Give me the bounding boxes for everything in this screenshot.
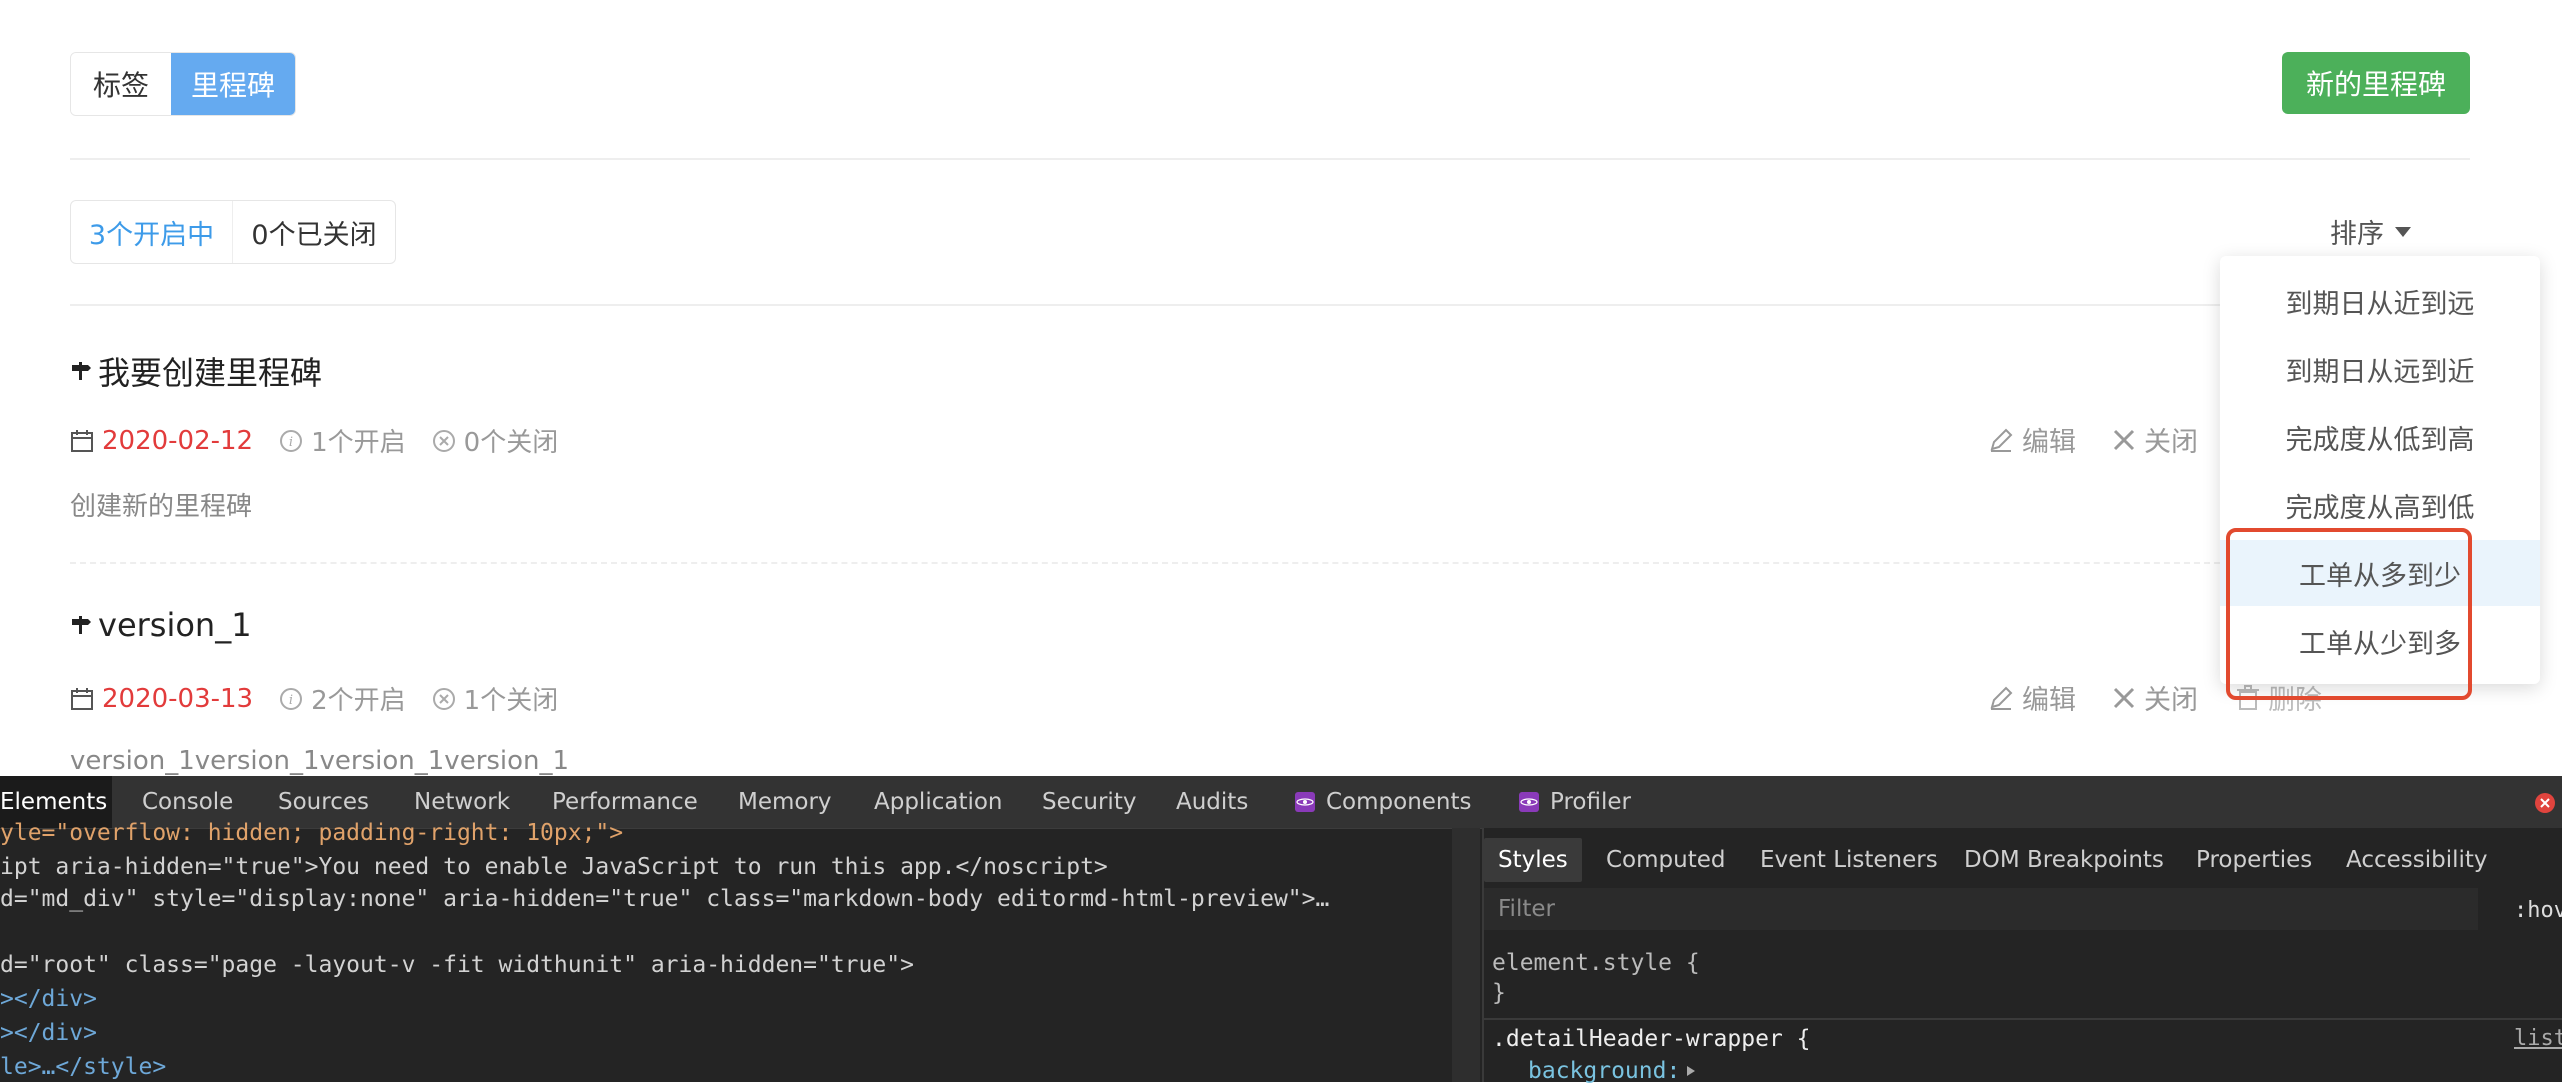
divider bbox=[70, 562, 2220, 564]
milestone-description: 创建新的里程碑 bbox=[70, 492, 253, 522]
css-property[interactable]: background: bbox=[1528, 1058, 1696, 1084]
close-button[interactable]: 关闭 bbox=[2112, 678, 2198, 717]
scrollbar[interactable] bbox=[1452, 828, 1480, 1082]
close-circle-icon bbox=[432, 687, 455, 710]
calendar-icon bbox=[71, 429, 93, 452]
info-icon: i bbox=[280, 429, 303, 452]
react-icon bbox=[1295, 792, 1315, 812]
react-icon bbox=[1519, 792, 1539, 812]
code-line[interactable]: ></div> bbox=[0, 1020, 97, 1046]
expand-triangle-icon[interactable] bbox=[1686, 1065, 1696, 1077]
open-count: 2个开启 bbox=[311, 686, 406, 716]
edit-button[interactable]: 编辑 bbox=[1988, 420, 2076, 459]
tab-security[interactable]: Security bbox=[1042, 776, 1136, 828]
code-line[interactable]: le>…</style> bbox=[0, 1054, 166, 1080]
milestone-title[interactable]: 我要创建里程碑 bbox=[70, 348, 322, 394]
source-link[interactable]: list bbox=[2514, 1026, 2562, 1051]
filter-open[interactable]: 3个开启中 bbox=[71, 201, 233, 263]
element-style-rule[interactable]: element.style { bbox=[1492, 950, 1700, 976]
pencil-icon bbox=[1990, 686, 2013, 710]
tab-styles[interactable]: Styles bbox=[1484, 838, 1582, 882]
sort-option[interactable]: 完成度从低到高 bbox=[2220, 404, 2540, 470]
closed-count: 0个关闭 bbox=[463, 428, 559, 458]
code-line[interactable]: ipt aria-hidden="true">You need to enabl… bbox=[0, 854, 1108, 880]
styles-pane: Styles Computed Event Listeners DOM Brea… bbox=[1482, 828, 2562, 1084]
close-icon bbox=[2113, 687, 2135, 708]
svg-text:i: i bbox=[289, 435, 293, 450]
tab-application[interactable]: Application bbox=[874, 776, 1003, 828]
tab-milestones[interactable]: 里程碑 bbox=[171, 53, 295, 115]
divider bbox=[70, 158, 2470, 160]
sort-option[interactable]: 到期日从近到远 bbox=[2220, 268, 2540, 334]
due-date: 2020-03-13 bbox=[102, 683, 254, 714]
milestone-title[interactable]: version_1 bbox=[70, 606, 252, 644]
signpost-icon bbox=[72, 362, 91, 380]
close-label: 关闭 bbox=[2144, 685, 2198, 716]
svg-text:i: i bbox=[289, 693, 293, 708]
close-icon bbox=[2113, 429, 2135, 450]
close-circle-icon bbox=[432, 429, 455, 452]
tab-labels[interactable]: 标签 bbox=[71, 53, 171, 115]
sort-option[interactable]: 到期日从远到近 bbox=[2220, 336, 2540, 402]
code-line[interactable]: d="root" class="page -layout-v -fit widt… bbox=[0, 952, 914, 978]
tab-computed[interactable]: Computed bbox=[1606, 838, 1725, 882]
sort-label: 排序 bbox=[2330, 219, 2384, 250]
tab-memory[interactable]: Memory bbox=[738, 776, 832, 828]
tab-dom-breakpoints[interactable]: DOM Breakpoints bbox=[1964, 838, 2164, 882]
milestone-meta: 2020-03-13 i 2个开启 1个关闭 bbox=[70, 680, 558, 717]
close-devtools-icon[interactable] bbox=[2534, 792, 2556, 814]
milestone-title-text: version_1 bbox=[98, 606, 252, 644]
tab-components[interactable]: Components bbox=[1294, 776, 1472, 828]
open-count: 1个开启 bbox=[311, 428, 406, 458]
tab-properties[interactable]: Properties bbox=[2196, 838, 2312, 882]
new-milestone-button[interactable]: 新的里程碑 bbox=[2282, 52, 2470, 114]
edit-button[interactable]: 编辑 bbox=[1988, 678, 2076, 717]
milestone-title-text: 我要创建里程碑 bbox=[98, 354, 323, 392]
tab-audits[interactable]: Audits bbox=[1176, 776, 1248, 828]
info-icon: i bbox=[280, 687, 303, 710]
code-line[interactable]: ></div> bbox=[0, 986, 97, 1012]
closed-count: 1个关闭 bbox=[463, 686, 559, 716]
styles-filter-input[interactable]: Filter bbox=[1484, 888, 2478, 930]
hov-toggle[interactable]: :hov bbox=[2514, 898, 2562, 923]
close-button[interactable]: 关闭 bbox=[2112, 420, 2198, 459]
signpost-icon bbox=[72, 616, 91, 634]
caret-down-icon bbox=[2395, 226, 2411, 237]
devtools-panel: Elements Console Sources Network Perform… bbox=[0, 776, 2562, 1084]
css-selector[interactable]: .detailHeader-wrapper { bbox=[1492, 1026, 1811, 1052]
rule-close-brace: } bbox=[1492, 980, 1506, 1006]
divider bbox=[70, 304, 2220, 306]
tab-accessibility[interactable]: Accessibility bbox=[2346, 838, 2488, 882]
css-property-name: background: bbox=[1528, 1058, 1681, 1084]
status-filter: 3个开启中 0个已关闭 bbox=[70, 200, 396, 264]
close-label: 关闭 bbox=[2144, 427, 2198, 458]
view-tabs: 标签 里程碑 bbox=[70, 52, 296, 116]
divider bbox=[1484, 1018, 2562, 1020]
tab-components-label: Components bbox=[1326, 789, 1472, 815]
tab-event-listeners[interactable]: Event Listeners bbox=[1760, 838, 1938, 882]
code-line[interactable]: d="md_div" style="display:none" aria-hid… bbox=[0, 886, 1329, 912]
sort-button[interactable]: 排序 bbox=[2330, 212, 2412, 251]
calendar-icon bbox=[71, 687, 93, 710]
filter-closed[interactable]: 0个已关闭 bbox=[233, 201, 395, 263]
tab-profiler[interactable]: Profiler bbox=[1518, 776, 1631, 828]
annotation-highlight-box bbox=[2226, 528, 2472, 700]
code-line[interactable]: yle="overflow: hidden; padding-right: 10… bbox=[0, 820, 623, 846]
pencil-icon bbox=[1990, 428, 2013, 452]
edit-label: 编辑 bbox=[2022, 685, 2076, 716]
edit-label: 编辑 bbox=[2022, 427, 2076, 458]
due-date: 2020-02-12 bbox=[102, 425, 254, 456]
milestone-meta: 2020-02-12 i 1个开启 0个关闭 bbox=[70, 422, 558, 459]
milestone-description: version_1version_1version_1version_1 bbox=[70, 746, 570, 776]
tab-profiler-label: Profiler bbox=[1550, 789, 1631, 815]
